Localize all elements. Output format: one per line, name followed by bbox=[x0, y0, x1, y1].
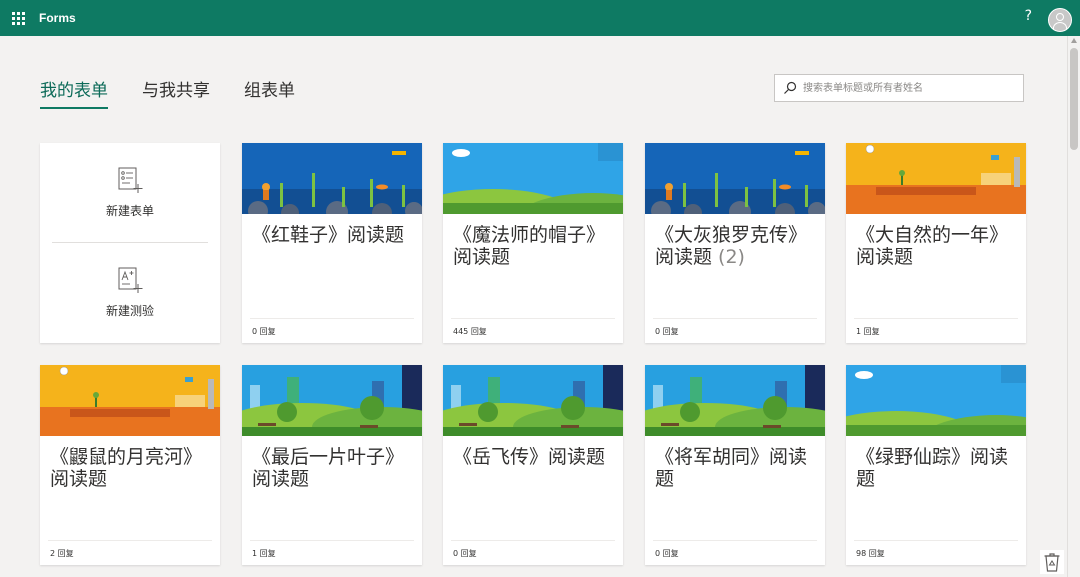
scrollbar-thumb[interactable] bbox=[1070, 48, 1078, 150]
new-form-label: 新建表单 bbox=[105, 204, 154, 218]
app-launcher-button[interactable] bbox=[0, 0, 36, 36]
response-count: 0 回复 bbox=[655, 327, 679, 336]
card-title: 《最后一片叶子》阅读题 bbox=[252, 446, 405, 490]
card-banner-image bbox=[846, 143, 1026, 214]
new-form-icon bbox=[118, 167, 143, 193]
response-count: 0 回复 bbox=[655, 549, 679, 558]
card-banner-image bbox=[40, 365, 220, 436]
banner-illustration bbox=[846, 365, 1026, 436]
banner-illustration bbox=[443, 365, 623, 436]
card-title: 《岳飞传》阅读题 bbox=[453, 446, 606, 468]
scroll-up-arrow-icon[interactable] bbox=[1071, 38, 1077, 43]
waffle-icon bbox=[11, 11, 25, 25]
banner-illustration bbox=[645, 143, 825, 214]
card-title: 《大灰狼罗克传》阅读题 (2) bbox=[655, 224, 808, 268]
card-banner-image bbox=[443, 143, 623, 214]
search-box[interactable] bbox=[774, 74, 1024, 102]
response-count: 1 回复 bbox=[252, 549, 276, 558]
tab-group-forms[interactable]: 组表单 bbox=[244, 76, 295, 109]
banner-illustration bbox=[40, 365, 220, 436]
tab-my-forms[interactable]: 我的表单 bbox=[40, 76, 108, 109]
card-banner-image bbox=[443, 365, 623, 436]
top-bar: Forms ? bbox=[0, 0, 1080, 36]
response-count: 445 回复 bbox=[453, 327, 487, 336]
form-tabs: 我的表单 与我共享 组表单 bbox=[40, 76, 329, 109]
create-card: 新建表单 新建测验 bbox=[40, 143, 220, 343]
response-count: 0 回复 bbox=[453, 549, 477, 558]
form-card[interactable]: 《鼹鼠的月亮河》阅读题 2 回复 bbox=[40, 365, 220, 565]
card-title: 《鼹鼠的月亮河》阅读题 bbox=[50, 446, 203, 490]
banner-illustration bbox=[443, 143, 623, 214]
card-banner-image bbox=[846, 365, 1026, 436]
card-title: 《大自然的一年》阅读题 bbox=[856, 224, 1009, 268]
banner-illustration bbox=[242, 143, 422, 214]
card-banner-image bbox=[242, 365, 422, 436]
response-count: 2 回复 bbox=[50, 549, 74, 558]
card-banner-image bbox=[645, 365, 825, 436]
card-title: 《魔法师的帽子》阅读题 bbox=[453, 224, 606, 268]
recycle-bin-icon[interactable] bbox=[1040, 550, 1064, 574]
form-card[interactable]: 《岳飞传》阅读题 0 回复 bbox=[443, 365, 623, 565]
banner-illustration bbox=[645, 365, 825, 436]
form-card[interactable]: 《绿野仙踪》阅读题 98 回复 bbox=[846, 365, 1026, 565]
form-card[interactable]: 《大自然的一年》阅读题 1 回复 bbox=[846, 143, 1026, 343]
form-card[interactable]: 《红鞋子》阅读题 0 回复 bbox=[242, 143, 422, 343]
form-card[interactable]: 《大灰狼罗克传》阅读题 (2) 0 回复 bbox=[645, 143, 825, 343]
card-title: 《红鞋子》阅读题 bbox=[252, 224, 405, 246]
banner-illustration bbox=[846, 143, 1026, 214]
user-icon bbox=[1056, 13, 1064, 21]
new-quiz-button[interactable]: 新建测验 bbox=[40, 243, 220, 342]
tab-shared-with-me[interactable]: 与我共享 bbox=[142, 76, 210, 109]
search-input[interactable] bbox=[801, 81, 1015, 95]
banner-illustration bbox=[242, 365, 422, 436]
card-banner-image bbox=[645, 143, 825, 214]
new-quiz-icon bbox=[118, 267, 143, 293]
search-icon bbox=[784, 81, 797, 94]
app-name[interactable]: Forms bbox=[39, 11, 76, 25]
help-icon[interactable]: ? bbox=[1025, 8, 1032, 24]
card-title: 《绿野仙踪》阅读题 bbox=[856, 446, 1009, 490]
card-title: 《将军胡同》阅读题 bbox=[655, 446, 808, 490]
card-banner-image bbox=[242, 143, 422, 214]
response-count: 1 回复 bbox=[856, 327, 880, 336]
new-quiz-label: 新建测验 bbox=[105, 304, 154, 318]
form-card[interactable]: 《魔法师的帽子》阅读题 445 回复 bbox=[443, 143, 623, 343]
response-count: 0 回复 bbox=[252, 327, 276, 336]
form-card[interactable]: 《将军胡同》阅读题 0 回复 bbox=[645, 365, 825, 565]
form-card[interactable]: 《最后一片叶子》阅读题 1 回复 bbox=[242, 365, 422, 565]
response-count: 98 回复 bbox=[856, 549, 885, 558]
avatar[interactable] bbox=[1048, 8, 1072, 32]
new-form-button[interactable]: 新建表单 bbox=[40, 143, 220, 242]
